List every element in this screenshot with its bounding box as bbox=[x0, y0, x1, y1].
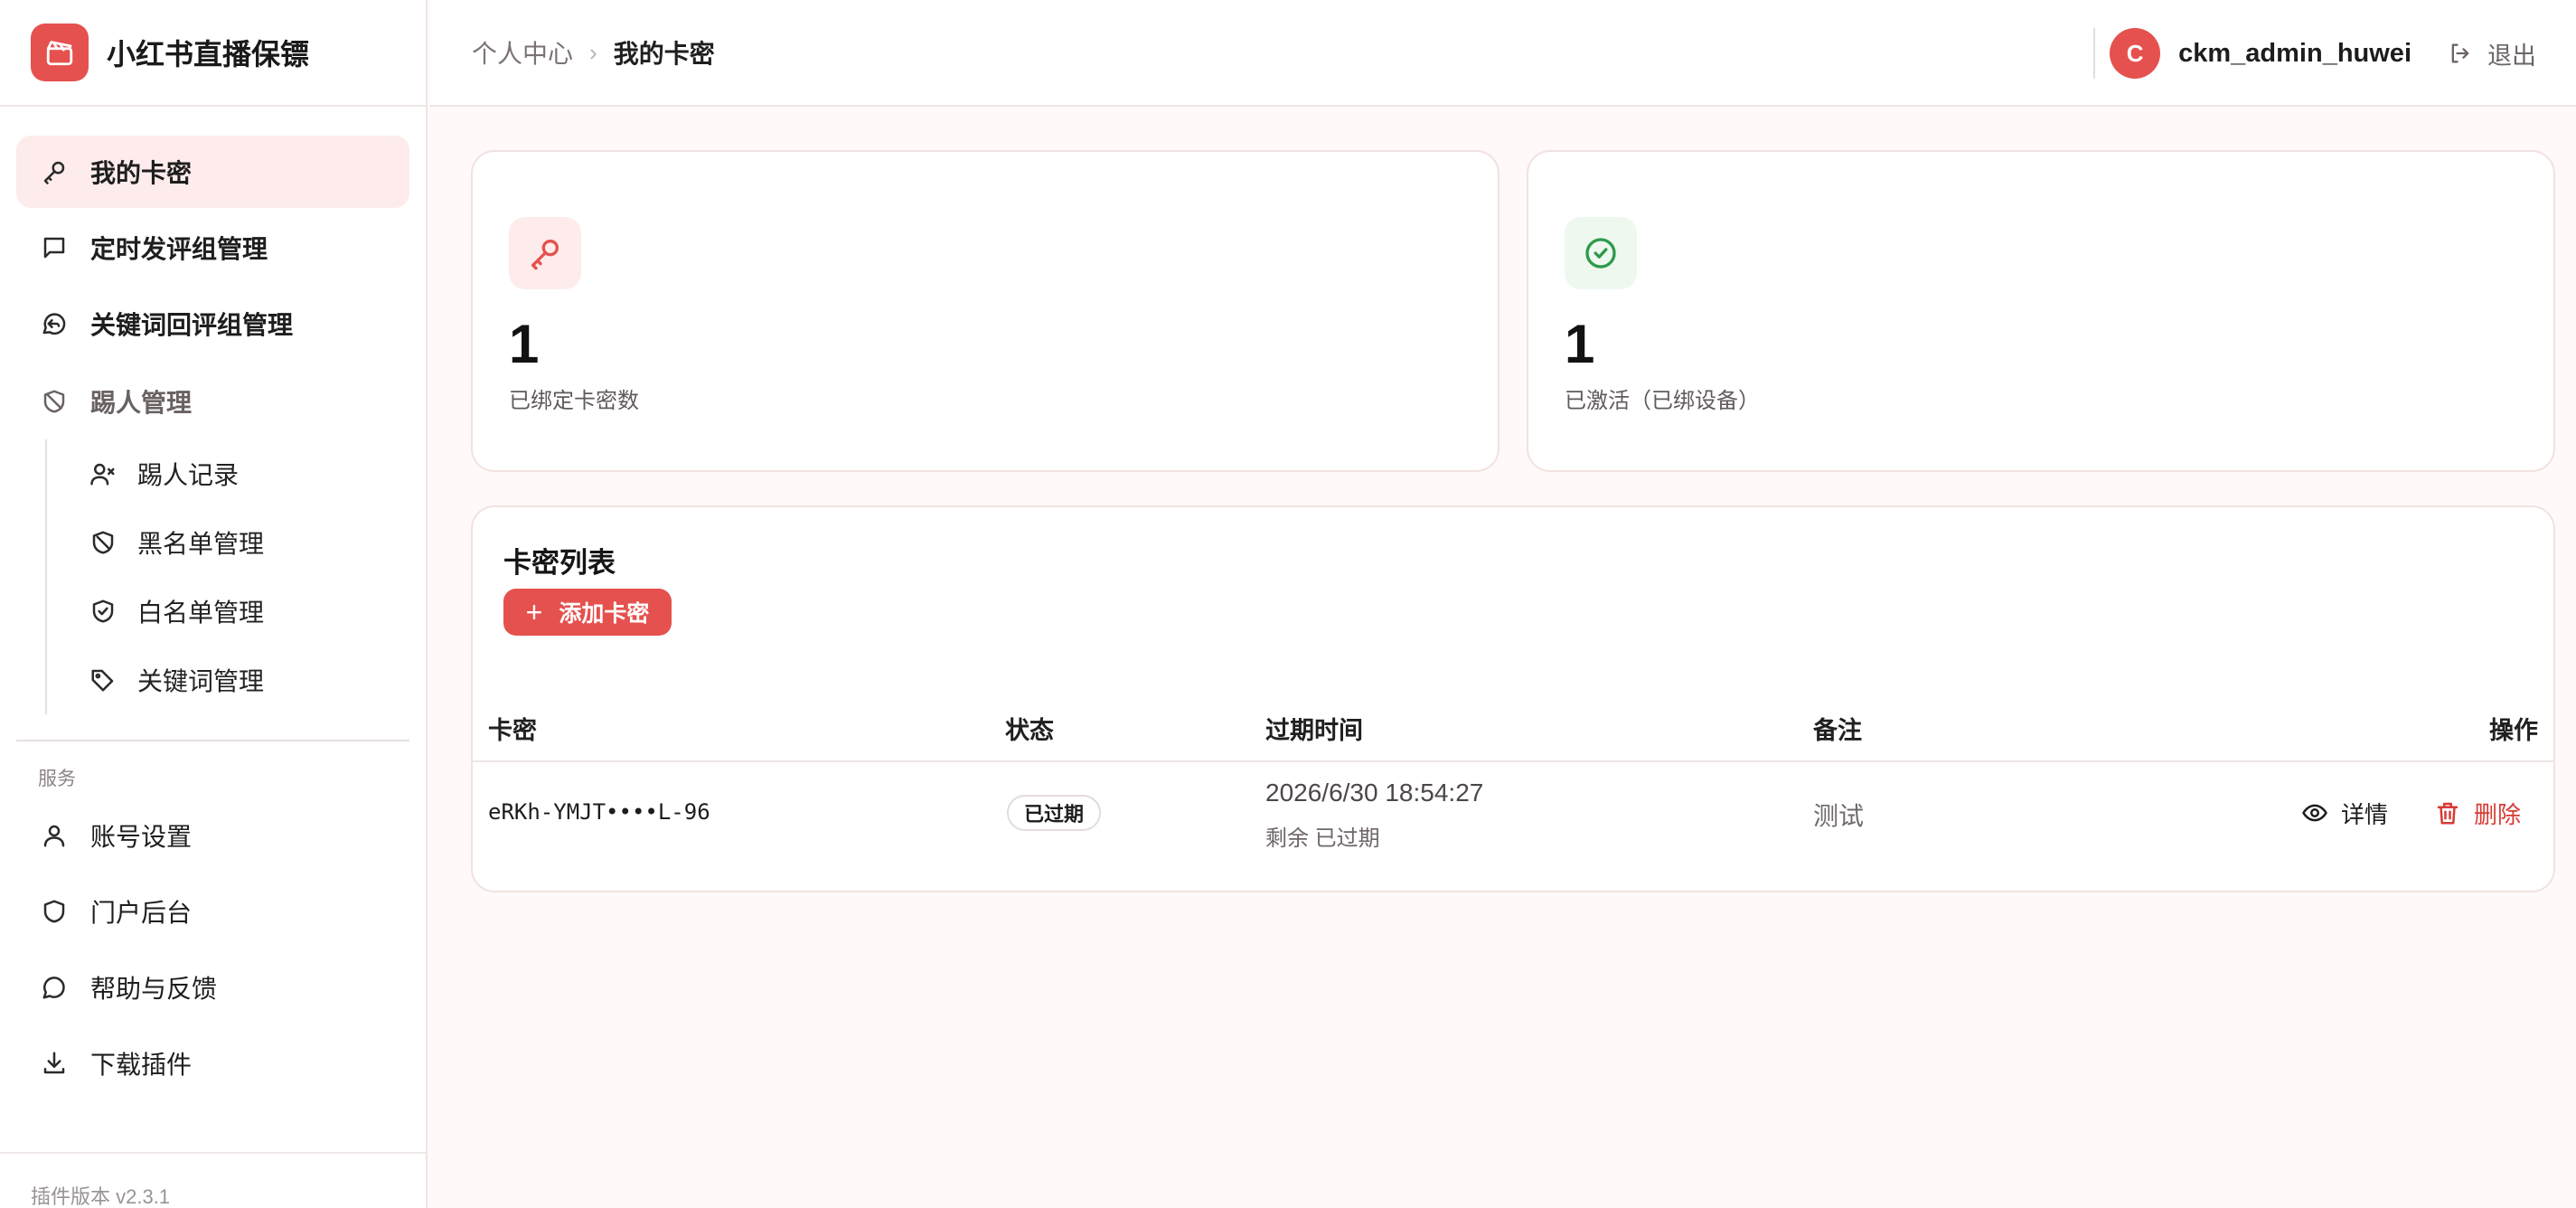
stat-value: 1 bbox=[509, 314, 540, 374]
detail-label: 详情 bbox=[2341, 800, 2389, 828]
shield-icon bbox=[38, 895, 71, 928]
user-icon bbox=[38, 819, 71, 852]
sidebar-item-kick-records[interactable]: 踢人记录 bbox=[47, 439, 409, 508]
column-header-key: 卡密 bbox=[488, 717, 537, 744]
breadcrumb-personal-center[interactable]: 个人中心 bbox=[472, 34, 573, 71]
breadcrumb-current: 我的卡密 bbox=[613, 40, 715, 68]
sidebar-item-help-feedback[interactable]: 帮助与反馈 bbox=[16, 951, 409, 1024]
sidebar-item-keyword-replies[interactable]: 关键词回评组管理 bbox=[16, 288, 409, 360]
table-header-divider bbox=[473, 760, 2553, 762]
remaining-time: 剩余 已过期 bbox=[1265, 826, 1380, 851]
stat-label: 已绑定卡密数 bbox=[509, 389, 639, 413]
status-badge: 已过期 bbox=[1007, 795, 1102, 831]
key-icon bbox=[509, 217, 581, 289]
sidebar-item-label: 账号设置 bbox=[90, 823, 193, 851]
sidebar-item-label: 门户后台 bbox=[90, 899, 193, 927]
message-square-icon bbox=[38, 231, 71, 264]
stat-value: 1 bbox=[1565, 314, 1595, 374]
column-header-expire: 过期时间 bbox=[1265, 717, 1363, 744]
sidebar-item-label: 定时发评组管理 bbox=[90, 235, 268, 263]
trash-icon bbox=[2434, 799, 2461, 826]
logout-label: 退出 bbox=[2487, 42, 2536, 70]
stat-label: 已激活（已绑设备） bbox=[1565, 389, 1760, 413]
logout-icon bbox=[2448, 41, 2473, 66]
brand-name: 小红书直播保镖 bbox=[107, 38, 310, 71]
sidebar-nav: 我的卡密 定时发评组管理 关键词回评组管理 踢人管理 踢人记录 黑名单管理 白名… bbox=[0, 107, 426, 1099]
sidebar-divider bbox=[16, 740, 409, 741]
stat-card-activated: 1 已激活（已绑设备） bbox=[1527, 150, 2555, 472]
sidebar-sub-list: 踢人记录 黑名单管理 白名单管理 关键词管理 bbox=[45, 439, 409, 714]
card-list-panel: 卡密列表 + 添加卡密 卡密 状态 过期时间 备注 操作 eRKh-YMJT••… bbox=[471, 505, 2555, 892]
sidebar-item-portal-admin[interactable]: 门户后台 bbox=[16, 875, 409, 948]
breadcrumb: 个人中心 › 我的卡密 bbox=[429, 34, 715, 71]
section-label-services: 服务 bbox=[38, 769, 76, 789]
sidebar-item-whitelist[interactable]: 白名单管理 bbox=[47, 577, 409, 646]
sidebar-item-download-plugin[interactable]: 下载插件 bbox=[16, 1027, 409, 1099]
download-icon bbox=[38, 1047, 71, 1080]
sidebar-item-scheduled-comments[interactable]: 定时发评组管理 bbox=[16, 212, 409, 284]
expire-time: 2026/6/30 18:54:27 bbox=[1265, 779, 1484, 807]
delete-button[interactable]: 删除 bbox=[2434, 795, 2521, 831]
sidebar-item-label: 白名单管理 bbox=[137, 599, 265, 627]
username: ckm_admin_huwei bbox=[2178, 38, 2411, 68]
column-header-remark: 备注 bbox=[1813, 717, 1862, 744]
add-card-button[interactable]: + 添加卡密 bbox=[503, 589, 672, 636]
sidebar: 小红书直播保镖 我的卡密 定时发评组管理 关键词回评组管理 踢人管理 踢人记录 … bbox=[0, 0, 428, 1208]
header-user-area: C ckm_admin_huwei 退出 bbox=[2093, 0, 2536, 107]
sidebar-item-keywords[interactable]: 关键词管理 bbox=[47, 646, 409, 714]
tags-icon bbox=[87, 664, 119, 696]
sidebar-group-kick[interactable]: 踢人管理 bbox=[16, 363, 409, 439]
column-header-actions: 操作 bbox=[2489, 717, 2538, 744]
key-icon bbox=[38, 156, 71, 188]
top-header: 个人中心 › 我的卡密 C ckm_admin_huwei 退出 bbox=[429, 0, 2576, 107]
sidebar-item-label: 踢人记录 bbox=[137, 461, 240, 489]
sidebar-item-label: 下载插件 bbox=[90, 1051, 193, 1079]
sidebar-item-label: 黑名单管理 bbox=[137, 530, 265, 558]
delete-label: 删除 bbox=[2474, 800, 2522, 828]
clapperboard-icon bbox=[31, 24, 89, 81]
reply-bubble-icon bbox=[38, 307, 71, 340]
avatar[interactable]: C bbox=[2110, 28, 2161, 79]
card-key: eRKh-YMJT••••L-96 bbox=[488, 799, 710, 825]
sidebar-item-label: 帮助与反馈 bbox=[90, 975, 218, 1003]
user-x-icon bbox=[87, 458, 119, 490]
eye-icon bbox=[2301, 799, 2328, 826]
header-divider bbox=[2093, 28, 2096, 79]
message-circle-icon bbox=[38, 971, 71, 1004]
shield-off-icon bbox=[38, 385, 71, 418]
card-list-title: 卡密列表 bbox=[503, 547, 616, 579]
plugin-version: 插件版本 v2.3.1 bbox=[0, 1152, 426, 1208]
sidebar-item-label: 我的卡密 bbox=[90, 159, 193, 187]
sidebar-item-my-cards[interactable]: 我的卡密 bbox=[16, 136, 409, 208]
sidebar-item-account-settings[interactable]: 账号设置 bbox=[16, 799, 409, 872]
shield-check-icon bbox=[87, 595, 119, 628]
sidebar-item-label: 关键词管理 bbox=[137, 667, 265, 695]
add-card-label: 添加卡密 bbox=[559, 601, 650, 627]
sidebar-item-blacklist[interactable]: 黑名单管理 bbox=[47, 508, 409, 577]
logout-button[interactable]: 退出 bbox=[2448, 36, 2536, 71]
plus-icon: + bbox=[525, 596, 543, 628]
sidebar-item-label: 关键词回评组管理 bbox=[90, 311, 294, 339]
shield-ban-icon bbox=[87, 526, 119, 559]
chevron-right-icon: › bbox=[589, 38, 597, 66]
remark: 测试 bbox=[1813, 802, 1865, 830]
column-header-status: 状态 bbox=[1005, 717, 1054, 744]
sidebar-group-label: 踢人管理 bbox=[90, 389, 193, 417]
brand[interactable]: 小红书直播保镖 bbox=[0, 0, 426, 107]
check-circle-icon bbox=[1565, 217, 1637, 289]
stat-card-bound: 1 已绑定卡密数 bbox=[471, 150, 1500, 472]
detail-button[interactable]: 详情 bbox=[2301, 795, 2388, 831]
